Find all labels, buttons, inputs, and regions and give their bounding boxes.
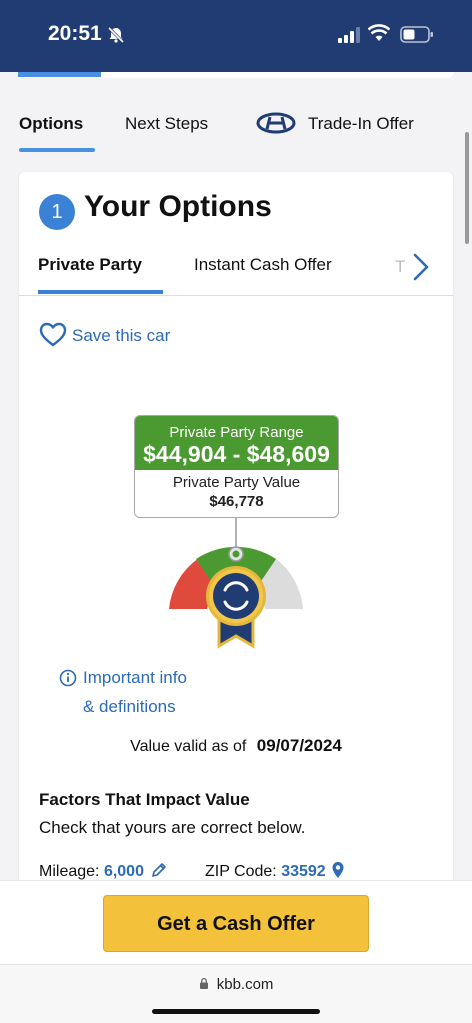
wifi-icon	[368, 24, 390, 41]
mileage-value: 6,000	[103, 863, 144, 880]
info-icon	[59, 669, 77, 687]
tab-private-party[interactable]: Private Party	[38, 255, 142, 275]
value-valid-date: 09/07/2024	[256, 736, 342, 755]
mileage-label: Mileage:	[39, 863, 100, 880]
save-car-label: Save this car	[72, 326, 171, 345]
hyundai-logo-icon	[256, 112, 296, 134]
factors-subtitle: Check that yours are correct below.	[39, 818, 306, 837]
cellular-signal-icon	[338, 27, 360, 43]
url-text: kbb.com	[216, 976, 274, 993]
tab-options[interactable]: Options	[19, 114, 83, 134]
tab-next-faded[interactable]: T	[395, 257, 405, 277]
sub-tab-active-indicator	[38, 290, 163, 294]
status-time: 20:51	[48, 22, 102, 45]
tab-instant-cash-offer[interactable]: Instant Cash Offer	[194, 255, 332, 275]
home-indicator[interactable]	[152, 1009, 320, 1014]
get-cash-offer-button[interactable]: Get a Cash Offer	[103, 895, 369, 952]
url-display[interactable]: kbb.com	[0, 976, 472, 993]
pencil-icon[interactable]	[150, 861, 168, 879]
tab-active-indicator	[19, 148, 95, 152]
chevron-right-icon[interactable]	[409, 252, 433, 282]
page-title: Your Options	[84, 190, 272, 223]
option-sub-tabs: Private Party Instant Cash Offer T	[19, 252, 453, 296]
step-number-badge: 1	[39, 194, 75, 230]
private-party-value-label: Private Party Value	[172, 474, 301, 491]
value-gauge	[169, 518, 303, 649]
important-info-label: Important info	[83, 668, 187, 687]
zip-label: ZIP Code:	[205, 863, 277, 880]
private-party-value: $46,778	[209, 493, 264, 510]
cta-bar: Get a Cash Offer	[0, 880, 472, 964]
lock-icon	[199, 977, 208, 989]
range-header: Private Party Range $44,904 - $48,609	[135, 416, 338, 470]
scrollbar[interactable]	[465, 132, 469, 244]
factors-title: Factors That Impact Value	[39, 790, 250, 809]
location-pin-icon[interactable]	[331, 861, 345, 879]
zip-code-field[interactable]: ZIP Code: 33592	[205, 861, 345, 881]
tab-next-steps[interactable]: Next Steps	[125, 114, 208, 134]
top-tabs: Options Next Steps Trade-In Offer	[0, 102, 472, 154]
range-label: Private Party Range	[169, 424, 304, 441]
progress-fill	[18, 72, 101, 77]
value-valid-prefix: Value valid as of	[130, 738, 247, 755]
range-values: $44,904 - $48,609	[143, 441, 330, 467]
tab-trade-in-offer[interactable]: Trade-In Offer	[308, 114, 414, 134]
zip-value: 33592	[281, 863, 326, 880]
status-bar: 20:51	[0, 0, 472, 72]
value-valid-row: Value valid as of 09/07/2024	[19, 736, 453, 756]
bell-muted-icon	[107, 26, 125, 44]
value-box: Private Party Range $44,904 - $48,609 Pr…	[134, 415, 339, 518]
mileage-field[interactable]: Mileage: 6,000	[39, 861, 168, 881]
options-card: 1 Your Options Private Party Instant Cas…	[19, 172, 453, 932]
battery-icon	[400, 26, 433, 43]
definitions-label: & definitions	[83, 697, 176, 716]
heart-icon	[39, 322, 67, 347]
browser-url-bar[interactable]: kbb.com	[0, 964, 472, 1023]
